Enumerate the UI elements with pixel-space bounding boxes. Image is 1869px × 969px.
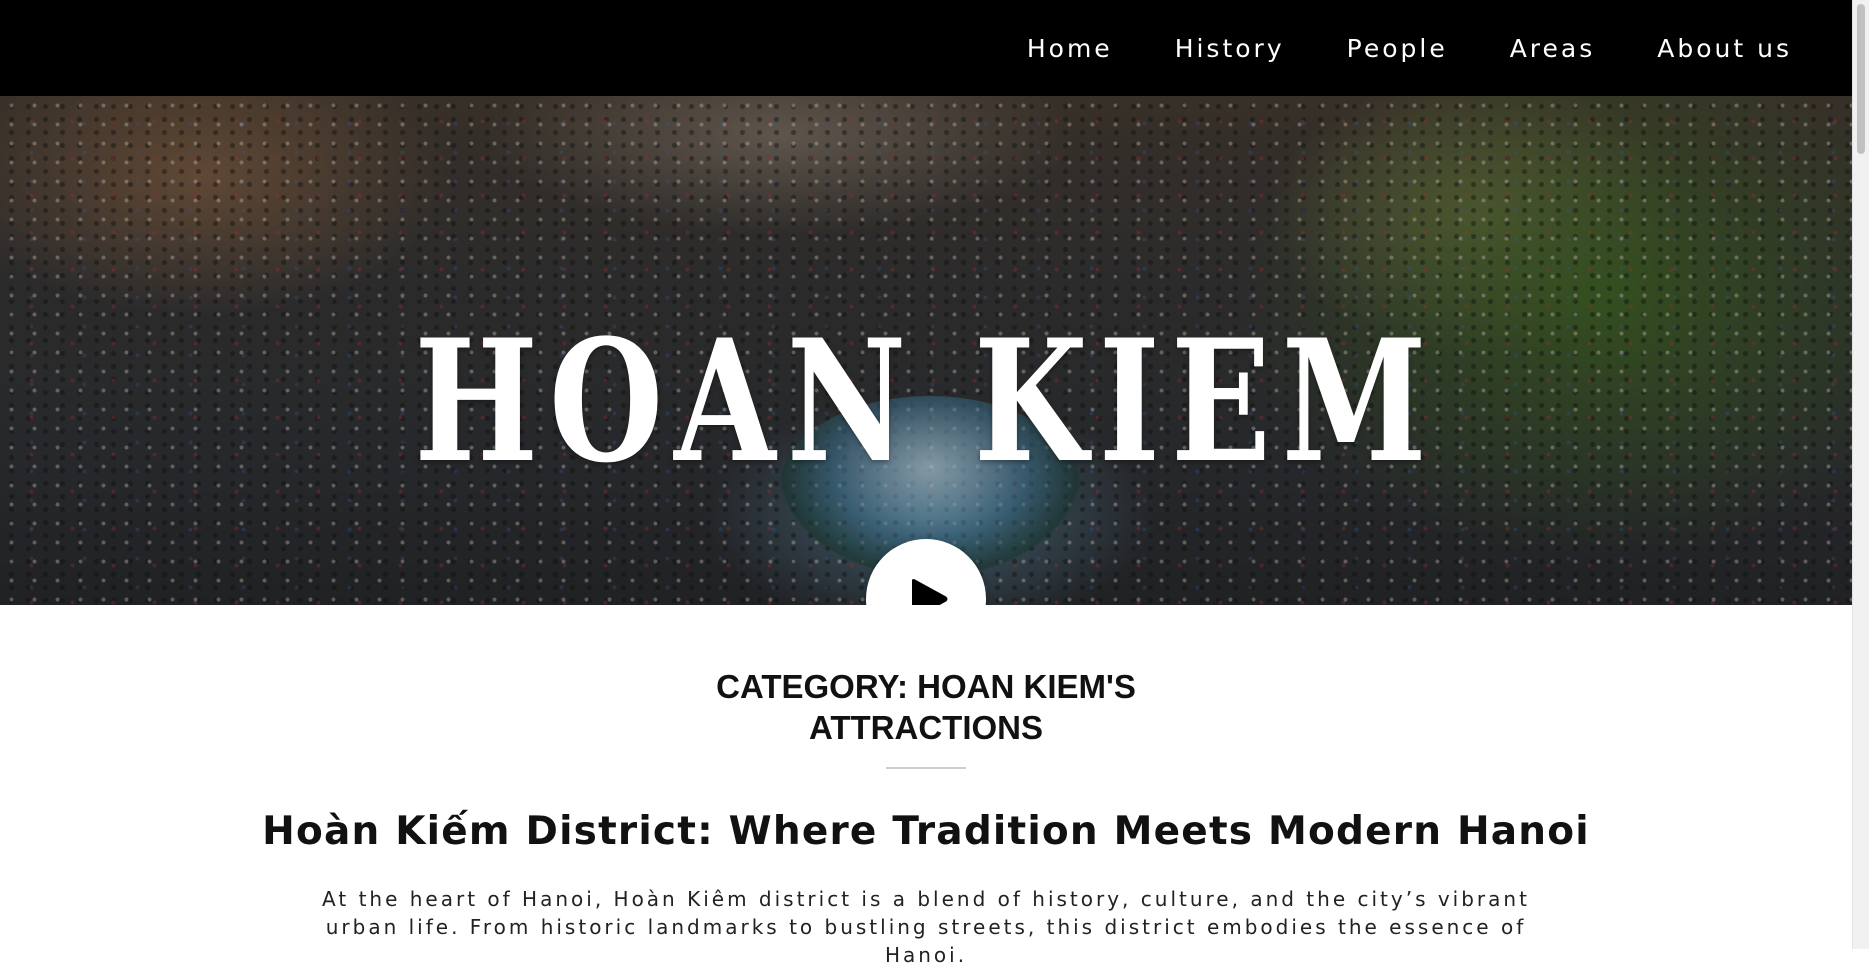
post-excerpt: At the heart of Hanoi, Hoàn Kiêm distric… [322,887,1530,967]
category-heading: CATEGORY: HOAN KIEM'S ATTRACTIONS [0,666,1852,748]
category-heading-line1: CATEGORY: HOAN KIEM'S [716,668,1136,705]
scrollbar-thumb[interactable] [1857,4,1865,154]
page-scrollbar[interactable] [1852,0,1869,949]
play-icon [912,579,948,605]
nav-areas-link[interactable]: Areas [1510,34,1596,63]
main-nav: Home History People Areas About us [1027,0,1792,96]
top-navigation-bar: Home History People Areas About us [0,0,1852,96]
hero-title: HOAN KIEM [414,302,1438,500]
nav-home-link[interactable]: Home [1027,34,1113,63]
nav-about-us-link[interactable]: About us [1657,34,1792,63]
nav-people-link[interactable]: People [1347,34,1448,63]
hero-banner: HOAN KIEM [0,96,1852,605]
section-divider [886,767,966,769]
nav-history-link[interactable]: History [1175,34,1285,63]
category-heading-line2: ATTRACTIONS [808,709,1044,746]
post-title-link[interactable]: Hoàn Kiếm District: Where Tradition Meet… [0,807,1852,857]
